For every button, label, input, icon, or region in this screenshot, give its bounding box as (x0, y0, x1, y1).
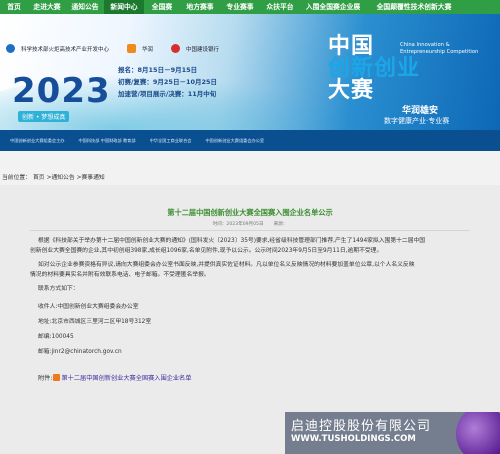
breadcrumb-notices[interactable]: >通知公告 (47, 175, 75, 181)
nav-item-notices[interactable]: 通知公告 (66, 0, 104, 14)
hero-banner: 科学技术部火炬高技术产业开发中心 华润 中国建设银行 2023 报名：8月15日… (0, 14, 500, 151)
attachment-file-icon (53, 374, 61, 381)
sponsor-logos: 科学技术部火炬高技术产业开发中心 华润 中国建设银行 (6, 44, 219, 53)
nav-item-about[interactable]: 走进大赛 (28, 0, 66, 14)
cr-logo-icon (127, 44, 137, 53)
banner-year: 2023 (12, 71, 111, 111)
nav-item-home[interactable]: 首页 (0, 0, 28, 14)
banner-sub-track: 数字健康产业·专业赛 (384, 117, 450, 125)
breadcrumb-home[interactable]: 首页 (33, 175, 45, 181)
breadcrumb-event-notices[interactable]: >赛事通知 (77, 175, 105, 181)
breadcrumb-prefix: 当前位置： (2, 175, 31, 181)
attachment-row: 附件: 第十二届中国创新创业大赛全国赛入围企业名单 (38, 373, 191, 382)
contact-recipient: 收件人:中国创新创业大赛组委会办公室 (38, 304, 139, 310)
contact-heading: 联系方式如下： (38, 286, 79, 292)
nav-item-professional[interactable]: 专业赛事 (220, 0, 260, 14)
contact-email: 邮箱:jinr2@chinatorch.gov.cn (38, 349, 122, 355)
date-preliminary: 初赛/复赛：9月25日－10月25日 (118, 78, 218, 86)
banner-organizers: 中国创新创业大赛组委会主办 中国科技部 中国财政部 教育部 中华全国工商业联合会… (10, 138, 264, 144)
article-time: 时间：2023年09月05日 (212, 222, 264, 227)
attachment-link[interactable]: 第十二届中国创新创业大赛全国赛入围企业名单 (61, 375, 191, 382)
article-divider (30, 230, 470, 231)
sponsor-ccb: 中国建设银行 (186, 46, 220, 53)
nav-item-news[interactable]: 新闻中心 (104, 0, 144, 14)
nav-item-disruptive-tech[interactable]: 全国颠覆性技术创新大赛 (366, 0, 462, 14)
contact-address: 地址:北京市西城区三里河二区甲18号312室 (38, 319, 152, 325)
contact-zip: 邮编:100045 (38, 334, 74, 340)
date-registration: 报名：8月15日－9月15日 (118, 66, 198, 74)
banner-title-line2: 创新创业 (328, 56, 421, 81)
article-title: 第十二届中国创新创业大赛全国赛入围企业名单公示 (167, 208, 333, 217)
sponsor-torch: 科学技术部火炬高技术产业开发中心 (21, 46, 110, 53)
nav-item-local[interactable]: 地方赛事 (180, 0, 220, 14)
banner-dates: 报名：8月15日－9月15日 初赛/复赛：9月25日－10月25日 加速营/项目… (118, 64, 217, 100)
article-meta: 时间：2023年09月05日 来源： (0, 221, 500, 227)
paragraph-1-line-1: 根据《科技部关于举办第十二届中国创新创业大赛的通知》(国科发火〔2023〕35号… (38, 238, 426, 244)
organizer-0: 中国创新创业大赛组委会主办 (10, 138, 65, 143)
watermark: 启迪控股股份有限公司 WWW.TUSHOLDINGS.COM (285, 412, 500, 454)
date-final: 加速营/项目展示/决赛：11月中旬 (118, 90, 217, 98)
article-source: 来源： (273, 222, 288, 227)
banner-sub-sponsor: 华润雄安 (402, 106, 439, 116)
paragraph-2-line-2: 情况的材料要具实名并附有效联系电话、电子邮箱。不受理匿名举报。 (30, 272, 210, 278)
watermark-logo-shape (456, 412, 500, 454)
paragraph-1-line-2: 创新创业大赛全国赛的企业,其中初创组398家,成长组1096家,名单见附件,现予… (30, 248, 383, 254)
nav-item-support[interactable]: 众扶平台 (260, 0, 300, 14)
banner-title-line3: 大赛 (328, 78, 375, 103)
banner-title-en: China Innovation & Entrepreneurship Comp… (400, 42, 479, 55)
paragraph-2-line-1: 如对公示企业参赛资格有异议,请向大赛组委会办公室书面反映,并提供真实佐证材料。凡… (38, 262, 415, 268)
organizer-2: 中华全国工商业联合会 (149, 138, 192, 143)
organizer-1: 中国科技部 中国财政部 教育部 (78, 138, 136, 143)
banner-slogan: 创新 • 梦想成真 (18, 111, 70, 122)
nav-item-national[interactable]: 全国赛 (144, 0, 180, 14)
nav-item-finalists[interactable]: 入围全国赛企业展 (300, 0, 366, 14)
attachment-label: 附件: (38, 375, 53, 382)
breadcrumb: 当前位置： 首页 >通知公告 >赛事通知 (2, 172, 107, 181)
sponsor-cr: 华润 (142, 46, 154, 53)
top-nav: 首页 走进大赛 通知公告 新闻中心 全国赛 地方赛事 专业赛事 众扶平台 入围全… (0, 0, 500, 14)
watermark-company: 启迪控股股份有限公司 (291, 419, 432, 434)
ccb-logo-icon (171, 44, 181, 53)
torch-logo-icon (6, 44, 15, 53)
watermark-url: WWW.TUSHOLDINGS.COM (291, 434, 416, 444)
organizer-3: 中国创新创业大赛组委会办公室 (205, 138, 265, 143)
